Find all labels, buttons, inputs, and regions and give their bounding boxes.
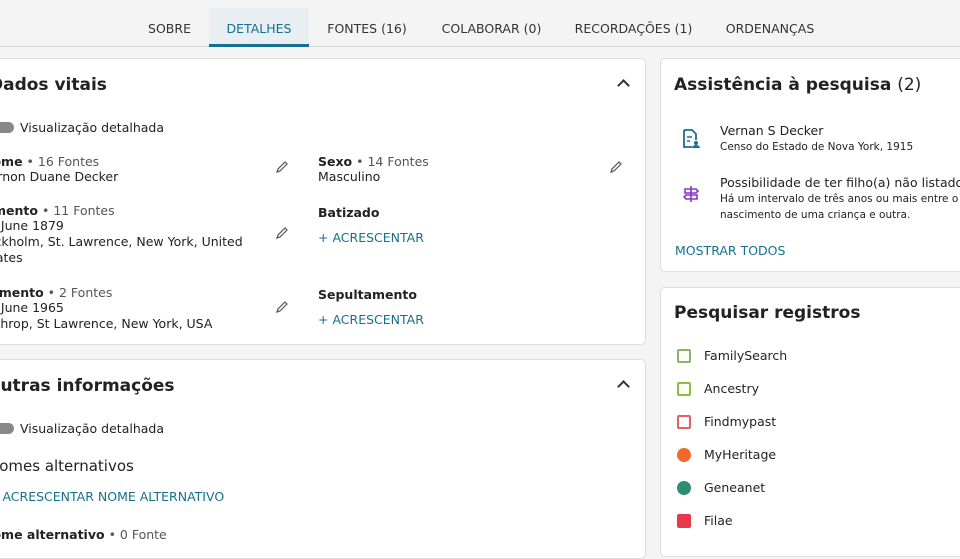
- tab-collaborate[interactable]: COLABORAR (0): [425, 8, 558, 47]
- birth-field-label: Nascimento • 11 Fontes: [0, 203, 115, 218]
- show-all-button[interactable]: MOSTRAR TODOS: [675, 243, 785, 258]
- research-help-card: Assistência à pesquisa (2) Vernan S Deck…: [660, 58, 960, 272]
- edit-birth-pencil-icon[interactable]: [275, 226, 289, 240]
- findmypast-icon: [677, 415, 691, 429]
- site-label: Findmypast: [704, 414, 777, 429]
- tab-about[interactable]: SOBRE: [130, 8, 209, 47]
- death-field-label: Falecimento • 2 Fontes: [0, 285, 113, 300]
- alt-names-title: Nomes alternativos: [0, 457, 134, 475]
- site-label: Geneanet: [704, 480, 766, 495]
- tab-details[interactable]: DETALHES: [209, 8, 309, 47]
- tab-sources[interactable]: FONTES (16): [309, 8, 425, 47]
- add-christening-button[interactable]: + ACRESCENTAR: [318, 230, 424, 245]
- hint-desc: Censo do Estado de Nova York, 1915: [720, 141, 914, 153]
- site-label: FamilySearch: [704, 348, 788, 363]
- search-site-myheritage[interactable]: MyHeritage: [675, 447, 955, 467]
- site-label: MyHeritage: [704, 447, 777, 462]
- birth-place: Stockholm, St. Lawrence, New York, Unite…: [0, 234, 243, 249]
- tab-memories[interactable]: RECORDAÇÕES (1): [558, 8, 709, 47]
- site-label: Ancestry: [704, 381, 759, 396]
- search-site-ancestry[interactable]: Ancestry: [675, 381, 955, 401]
- vitals-title: Dados vitais: [0, 75, 107, 95]
- search-site-familysearch[interactable]: FamilySearch: [675, 348, 955, 368]
- hint-title[interactable]: Vernan S Decker: [720, 123, 823, 138]
- record-hint-icon[interactable]: [682, 129, 700, 149]
- collapse-chevron-icon[interactable]: [617, 380, 630, 393]
- hint-desc: Há um intervalo de três anos ou mais ent…: [720, 193, 959, 205]
- name-field-label: Nome • 16 Fontes: [0, 154, 100, 169]
- sex-value: Masculino: [318, 169, 381, 184]
- research-help-title: Assistência à pesquisa (2): [674, 75, 922, 95]
- death-date: 19 June 1965: [0, 300, 64, 315]
- other-info-card: Outras informações Visualização detalhad…: [0, 359, 646, 559]
- signpost-icon: [683, 186, 699, 202]
- edit-name-pencil-icon[interactable]: [275, 160, 289, 174]
- sex-field-label: Sexo • 14 Fontes: [318, 154, 429, 169]
- tab-bar: SOBRE DETALHES FONTES (16) COLABORAR (0)…: [0, 0, 960, 47]
- burial-label: Sepultamento: [318, 287, 417, 302]
- myheritage-icon: [677, 448, 691, 462]
- birth-date: 14 June 1879: [0, 218, 64, 233]
- collapse-chevron-icon[interactable]: [617, 79, 630, 92]
- familysearch-icon: [677, 349, 691, 363]
- death-place: Winthrop, St Lawrence, New York, USA: [0, 316, 213, 331]
- site-label: Filae: [704, 513, 733, 528]
- filae-icon: [677, 514, 691, 528]
- other-info-title: Outras informações: [0, 376, 175, 396]
- detailed-view-label: Visualização detalhada: [20, 421, 165, 436]
- edit-sex-pencil-icon[interactable]: [609, 160, 623, 174]
- add-alt-name-button[interactable]: + ACRESCENTAR NOME ALTERNATIVO: [0, 489, 224, 504]
- add-burial-button[interactable]: + ACRESCENTAR: [318, 312, 424, 327]
- vitals-card: Dados vitais Visualização detalhada Nome…: [0, 58, 646, 345]
- tab-ordinances[interactable]: ORDENANÇAS: [709, 8, 831, 47]
- search-records-card: Pesquisar registros FamilySearch Ancestry…: [660, 287, 960, 557]
- hint-title[interactable]: Possibilidade de ter filho(a) não listad…: [720, 175, 960, 190]
- geneanet-icon: [677, 481, 691, 495]
- detailed-view-toggle[interactable]: [0, 423, 14, 434]
- christening-label: Batizado: [318, 205, 380, 220]
- detailed-view-toggle[interactable]: [0, 122, 14, 133]
- hint-desc-cont: nascimento de uma criança e outra.: [720, 209, 911, 221]
- name-value: Vernon Duane Decker: [0, 169, 119, 184]
- search-site-geneanet[interactable]: Geneanet: [675, 480, 955, 500]
- search-site-findmypast[interactable]: Findmypast: [675, 414, 955, 434]
- search-site-filae[interactable]: Filae: [675, 513, 955, 533]
- ancestry-icon: [677, 382, 691, 396]
- birth-place-cont: States: [0, 250, 23, 265]
- search-records-title: Pesquisar registros: [674, 303, 861, 323]
- detailed-view-label: Visualização detalhada: [20, 120, 165, 135]
- edit-death-pencil-icon[interactable]: [275, 300, 289, 314]
